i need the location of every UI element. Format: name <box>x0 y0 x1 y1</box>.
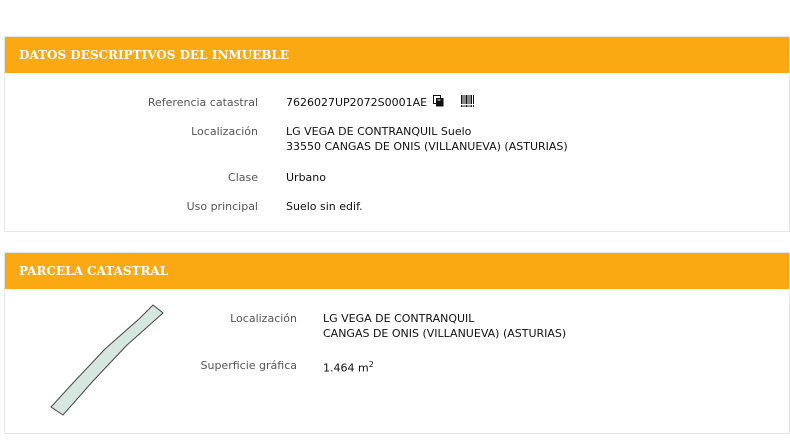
referencia-catastral-label: Referencia catastral <box>147 96 258 109</box>
parcela-localizacion-label: Localización <box>230 312 297 325</box>
datos-descriptivos-header: DATOS DESCRIPTIVOS DEL INMUEBLE <box>5 37 789 73</box>
parcel-map-shape[interactable] <box>45 303 170 418</box>
localizacion-label: Localización <box>191 125 258 138</box>
superficie-unit-superscript: 2 <box>368 360 374 369</box>
referencia-catastral-row: 7626027UP2072S0001AE <box>286 95 475 111</box>
localizacion-line-2: 33550 CANGAS DE ONIS (VILLANUEVA) (ASTUR… <box>286 140 568 153</box>
parcela-localizacion-line-1: LG VEGA DE CONTRANQUIL <box>323 312 475 325</box>
parcela-localizacion-line-2: CANGAS DE ONIS (VILLANUEVA) (ASTURIAS) <box>323 327 567 340</box>
superficie-grafica-number: 1.464 m <box>323 361 369 375</box>
localizacion-line-1: LG VEGA DE CONTRANQUIL Suelo <box>286 125 472 138</box>
parcela-catastral-panel: PARCELA CATASTRAL Localización LG VEGA D… <box>4 252 790 434</box>
uso-principal-value: Suelo sin edif. <box>286 200 363 213</box>
parcela-catastral-header: PARCELA CATASTRAL <box>5 253 789 289</box>
copy-icon[interactable] <box>432 95 444 111</box>
referencia-catastral-value[interactable]: 7626027UP2072S0001AE <box>286 96 427 109</box>
clase-label: Clase <box>228 171 258 184</box>
uso-principal-label: Uso principal <box>186 200 258 213</box>
datos-descriptivos-panel: DATOS DESCRIPTIVOS DEL INMUEBLE Referenc… <box>4 36 790 232</box>
barcode-icon[interactable] <box>461 95 475 111</box>
superficie-grafica-label: Superficie gráfica <box>200 359 298 372</box>
localizacion-value: LG VEGA DE CONTRANQUIL Suelo 33550 CANGA… <box>286 124 568 154</box>
clase-value: Urbano <box>286 171 326 184</box>
parcela-localizacion-value: LG VEGA DE CONTRANQUIL CANGAS DE ONIS (V… <box>323 311 566 341</box>
superficie-grafica-value: 1.464 m2 <box>323 357 374 376</box>
